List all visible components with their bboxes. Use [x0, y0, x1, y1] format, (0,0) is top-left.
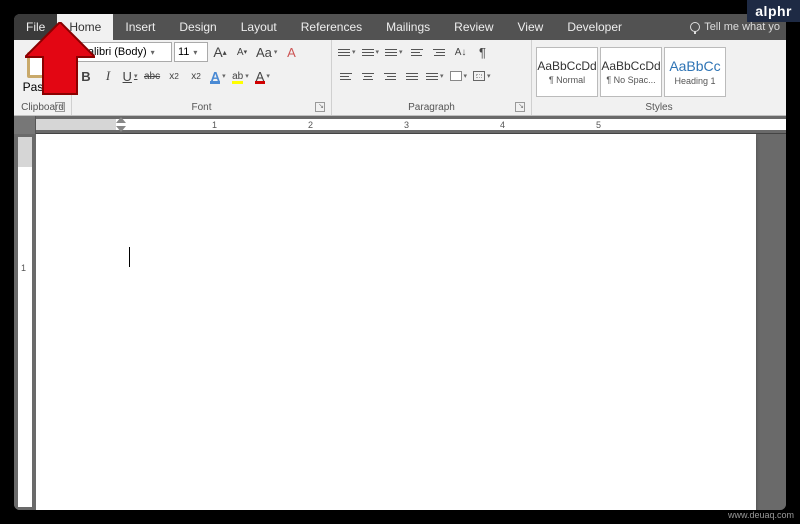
align-center-button[interactable] — [358, 66, 378, 86]
paste-label: Paste — [23, 80, 54, 94]
text-cursor — [129, 247, 130, 267]
tab-design[interactable]: Design — [167, 14, 228, 40]
increase-indent-button[interactable] — [429, 42, 449, 62]
app-window: File Home Insert Design Layout Reference… — [14, 14, 786, 510]
tab-references[interactable]: References — [289, 14, 374, 40]
align-right-button[interactable] — [380, 66, 400, 86]
ribbon: Paste Clipboard↘ Calibri (Body)▾ 11▾ A▴ … — [14, 40, 786, 116]
line-spacing-button[interactable]: ▾ — [424, 66, 446, 86]
tab-file[interactable]: File — [14, 14, 57, 40]
ribbon-tabbar: File Home Insert Design Layout Reference… — [14, 14, 786, 40]
clipboard-launcher[interactable]: ↘ — [55, 102, 65, 112]
borders-icon — [473, 71, 485, 81]
ruler-horizontal[interactable]: 1 2 3 4 5 — [14, 116, 786, 134]
superscript-button[interactable]: x2 — [186, 66, 206, 86]
clipboard-icon — [27, 52, 49, 78]
tab-developer[interactable]: Developer — [555, 14, 634, 40]
justify-button[interactable] — [402, 66, 422, 86]
brand-badge: alphr — [747, 0, 800, 22]
tell-me-search[interactable]: Tell me what yo — [684, 21, 786, 33]
ruler-vertical[interactable]: 1 — [14, 134, 36, 510]
font-family-combo[interactable]: Calibri (Body)▾ — [76, 42, 172, 62]
strikethrough-button[interactable]: abc — [142, 66, 162, 86]
italic-button[interactable]: I — [98, 66, 118, 86]
workarea: 1 — [14, 134, 786, 510]
paste-button[interactable]: Paste — [18, 50, 58, 94]
group-label-font: Font — [191, 102, 211, 113]
borders-button[interactable]: ▾ — [471, 66, 493, 86]
hanging-indent-icon[interactable] — [116, 126, 126, 132]
font-color-button[interactable]: A▾ — [253, 66, 273, 86]
tab-layout[interactable]: Layout — [229, 14, 289, 40]
watermark: www.deuaq.com — [728, 510, 794, 520]
shrink-font-button[interactable]: A▾ — [232, 42, 252, 62]
change-case-button[interactable]: Aa▾ — [254, 42, 279, 62]
decrease-indent-button[interactable] — [407, 42, 427, 62]
paragraph-launcher[interactable]: ↘ — [515, 102, 525, 112]
underline-button[interactable]: U▾ — [120, 66, 140, 86]
text-effects-button[interactable]: A▾ — [208, 66, 228, 86]
bullets-button[interactable]: ▾ — [336, 42, 358, 62]
bold-button[interactable]: B — [76, 66, 96, 86]
group-label-styles: Styles — [645, 102, 672, 113]
tab-view[interactable]: View — [506, 14, 556, 40]
group-styles: AaBbCcDd ¶ Normal AaBbCcDd ¶ No Spac... … — [532, 40, 786, 115]
show-marks-button[interactable]: ¶ — [473, 42, 493, 62]
align-left-button[interactable] — [336, 66, 356, 86]
group-paragraph: ▾ ▾ ▾ A↓ ¶ ▾ ▾ ▾ Paragra — [332, 40, 532, 115]
group-clipboard: Paste Clipboard↘ — [14, 40, 72, 115]
clear-formatting-button[interactable]: A — [281, 42, 301, 62]
group-label-paragraph: Paragraph — [408, 102, 455, 113]
first-line-indent-icon[interactable] — [116, 117, 126, 123]
sort-button[interactable]: A↓ — [451, 42, 471, 62]
tab-insert[interactable]: Insert — [113, 14, 167, 40]
font-size-combo[interactable]: 11▾ — [174, 42, 208, 62]
document-page[interactable] — [36, 134, 756, 510]
tab-review[interactable]: Review — [442, 14, 505, 40]
grow-font-button[interactable]: A▴ — [210, 42, 230, 62]
paint-bucket-icon — [450, 71, 462, 81]
highlight-button[interactable]: ab▾ — [230, 66, 251, 86]
style-normal[interactable]: AaBbCcDd ¶ Normal — [536, 47, 598, 97]
tab-mailings[interactable]: Mailings — [374, 14, 442, 40]
style-heading-1[interactable]: AaBbCc Heading 1 — [664, 47, 726, 97]
numbering-button[interactable]: ▾ — [360, 42, 382, 62]
style-no-spacing[interactable]: AaBbCcDd ¶ No Spac... — [600, 47, 662, 97]
font-launcher[interactable]: ↘ — [315, 102, 325, 112]
subscript-button[interactable]: x2 — [164, 66, 184, 86]
tell-me-label: Tell me what yo — [704, 21, 780, 33]
group-font: Calibri (Body)▾ 11▾ A▴ A▾ Aa▾ A B I U▾ a… — [72, 40, 332, 115]
shading-button[interactable]: ▾ — [448, 66, 470, 86]
lightbulb-icon — [690, 22, 700, 32]
tab-home[interactable]: Home — [57, 14, 113, 40]
multilevel-button[interactable]: ▾ — [383, 42, 405, 62]
